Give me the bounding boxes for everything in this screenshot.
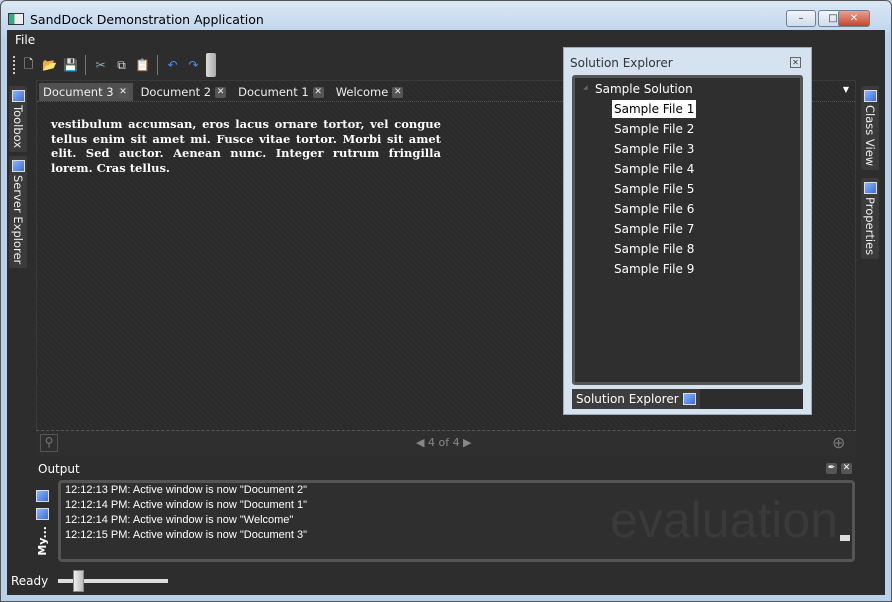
tree-node-file[interactable]: Sample File 1 <box>612 100 697 118</box>
zoom-in-icon[interactable]: ⊕ <box>832 433 845 452</box>
undo-icon[interactable]: ↶ <box>164 57 181 74</box>
separator <box>85 55 86 75</box>
document-tabs: Document 3 ✕ Document 2 ✕ Document 1 ✕ Welc… <box>39 83 407 101</box>
window-title: SandDock Demonstration Application <box>30 11 264 27</box>
document-statusbar: ⚲ ◀ 4 of 4 ▶ ⊕ <box>36 430 856 456</box>
tree-node-file[interactable]: Sample File 9 <box>612 260 696 278</box>
output-side-strip: My... <box>36 490 49 556</box>
tab-welcome[interactable]: Welcome ✕ <box>332 83 408 101</box>
close-icon[interactable]: ✕ <box>841 463 852 474</box>
properties-icon <box>863 182 877 195</box>
tab-document-2[interactable]: Document 2 ✕ <box>137 83 231 101</box>
new-icon[interactable]: 🗋 <box>20 57 37 74</box>
close-icon[interactable]: ✕ <box>215 86 227 98</box>
tab-document-1[interactable]: Document 1 ✕ <box>234 83 328 101</box>
output-panel: Output ✒ ✕ My... evaluation 12:12:13 PM:… <box>36 460 856 564</box>
title-bar: SandDock Demonstration Application <box>8 8 768 30</box>
toolbox-tab[interactable]: Toolbox <box>9 86 27 153</box>
minimize-button[interactable]: – <box>786 10 816 27</box>
right-dock-strip: Class View Properties <box>861 86 879 260</box>
close-icon[interactable]: ✕ <box>790 57 801 68</box>
solution-tree: ◢ Sample Solution Sample File 1 Sample Fi… <box>572 75 803 385</box>
solution-explorer-icon <box>682 393 696 405</box>
evaluation-watermark: evaluation <box>610 492 838 548</box>
pin-icon[interactable]: ✒ <box>826 463 837 474</box>
properties-tab[interactable]: Properties <box>861 178 879 260</box>
separator <box>157 55 158 75</box>
copy-icon[interactable]: ⧉ <box>113 57 130 74</box>
tree-node-solution[interactable]: Sample Solution <box>593 80 695 98</box>
toolbar-overflow-button[interactable] <box>206 53 216 77</box>
my-tab[interactable]: My... <box>36 526 49 556</box>
server-explorer-tab[interactable]: Server Explorer <box>9 156 27 269</box>
output-title: Output <box>38 462 80 476</box>
close-icon[interactable]: ✕ <box>392 86 404 98</box>
status-bar: Ready <box>7 566 885 595</box>
solution-explorer-footer: Solution Explorer <box>572 389 803 409</box>
solution-explorer-window: Solution Explorer ✕ ◢ Sample Solution Sa… <box>563 47 812 415</box>
dock-icon[interactable] <box>36 508 49 520</box>
app-icon <box>8 13 24 25</box>
dock-icon[interactable] <box>36 490 49 502</box>
close-icon[interactable]: ✕ <box>117 86 129 98</box>
toolbox-icon <box>11 90 25 102</box>
cut-icon[interactable]: ✂ <box>92 57 109 74</box>
close-button[interactable]: ✕ <box>838 10 870 27</box>
tree-node-file[interactable]: Sample File 4 <box>612 160 696 178</box>
menu-bar: File <box>15 30 35 50</box>
pager: ◀ 4 of 4 ▶ <box>416 436 472 449</box>
slider-thumb[interactable] <box>73 569 85 592</box>
tree-node-file[interactable]: Sample File 7 <box>612 220 696 238</box>
tree-node-file[interactable]: Sample File 6 <box>612 200 696 218</box>
tree-node-file[interactable]: Sample File 2 <box>612 120 696 138</box>
tree-node-file[interactable]: Sample File 8 <box>612 240 696 258</box>
menu-file[interactable]: File <box>15 33 35 47</box>
close-icon[interactable]: ✕ <box>312 86 324 98</box>
toolbar-grip[interactable] <box>13 56 16 74</box>
paste-icon[interactable]: 📋 <box>134 57 151 74</box>
save-icon[interactable]: 💾 <box>62 57 79 74</box>
open-icon[interactable]: 📂 <box>41 57 58 74</box>
search-icon[interactable]: ⚲ <box>40 434 58 452</box>
vertical-scrollbar[interactable] <box>838 483 852 559</box>
status-text: Ready <box>11 573 49 588</box>
tree-node-file[interactable]: Sample File 3 <box>612 140 696 158</box>
document-text: vestibulum accumsan, eros lacus ornare t… <box>51 117 441 175</box>
tree-node-file[interactable]: Sample File 5 <box>612 180 696 198</box>
expand-icon[interactable]: ◢ <box>583 84 588 91</box>
tab-list-dropdown-icon[interactable]: ▼ <box>843 85 849 94</box>
zoom-slider[interactable] <box>58 569 169 592</box>
server-explorer-icon <box>11 160 25 173</box>
output-text: evaluation 12:12:13 PM: Active window is… <box>58 480 855 562</box>
scrollbar-thumb[interactable] <box>840 535 850 541</box>
class-view-icon <box>863 90 877 102</box>
tab-document-3[interactable]: Document 3 ✕ <box>39 83 133 101</box>
toolbar: 🗋 📂 💾 ✂ ⧉ 📋 ↶ ↷ <box>13 52 216 78</box>
solution-explorer-title: Solution Explorer <box>570 56 673 70</box>
solution-explorer-tab[interactable]: Solution Explorer <box>572 389 700 409</box>
redo-icon[interactable]: ↷ <box>185 57 202 74</box>
class-view-tab[interactable]: Class View <box>861 86 879 171</box>
left-dock-strip: Toolbox Server Explorer <box>9 86 27 269</box>
